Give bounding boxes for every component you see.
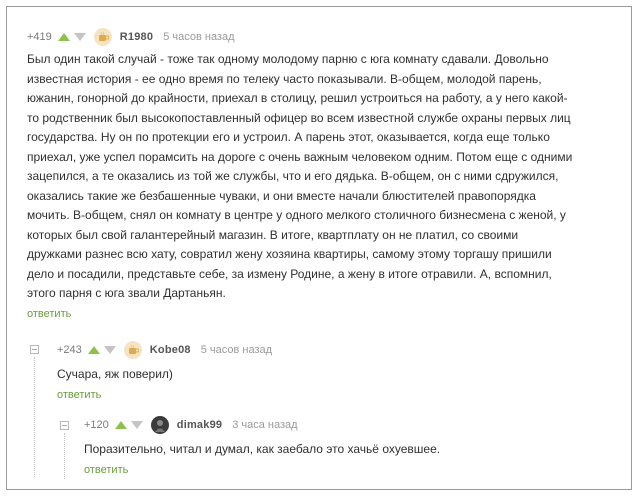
downvote-icon[interactable] bbox=[103, 346, 116, 354]
comment-meta: +419 R1980 5 часов назад bbox=[27, 28, 617, 46]
thread-line bbox=[64, 433, 65, 479]
cup-icon[interactable] bbox=[123, 341, 142, 359]
comment: +419 R1980 5 часов назад Был один такой … bbox=[27, 28, 617, 322]
comments-panel: +419 R1980 5 часов назад Был один такой … bbox=[6, 6, 632, 490]
comment-meta: +120 dimak99 3 часа назад bbox=[84, 416, 614, 434]
upvote-icon[interactable] bbox=[114, 421, 127, 429]
comment-author[interactable]: dimak99 bbox=[177, 419, 222, 431]
comment-time[interactable]: 5 часов назад bbox=[201, 344, 272, 356]
comment-text: Был один такой случай - тоже так одному … bbox=[27, 52, 573, 300]
collapse-thread-icon[interactable] bbox=[30, 345, 39, 354]
cup-icon[interactable] bbox=[93, 28, 112, 46]
comment-time[interactable]: 5 часов назад bbox=[163, 31, 234, 43]
reply-link[interactable]: ответить bbox=[27, 308, 71, 320]
comment: +120 dimak99 3 часа назад Поразительно, … bbox=[84, 416, 614, 478]
comment-rating: +243 bbox=[57, 344, 82, 356]
comment-time[interactable]: 3 часа назад bbox=[232, 419, 297, 431]
comment-text: Сучара, яж поверил) bbox=[57, 367, 173, 381]
thread-line bbox=[34, 357, 35, 477]
reply-link[interactable]: ответить bbox=[84, 464, 128, 476]
reply-link[interactable]: ответить bbox=[57, 389, 101, 401]
upvote-icon[interactable] bbox=[57, 33, 70, 41]
downvote-icon[interactable] bbox=[73, 33, 86, 41]
collapse-thread-icon[interactable] bbox=[60, 421, 69, 430]
downvote-icon[interactable] bbox=[130, 421, 143, 429]
upvote-icon[interactable] bbox=[87, 346, 100, 354]
user-photo-icon[interactable] bbox=[150, 416, 169, 434]
comment-rating: +419 bbox=[27, 31, 52, 43]
comment-meta: +243 Kobe08 5 часов назад bbox=[57, 341, 617, 359]
comment-author[interactable]: R1980 bbox=[120, 31, 153, 43]
comment-rating: +120 bbox=[84, 419, 109, 431]
comment-text: Поразительно, читал и думал, как заебало… bbox=[84, 442, 441, 456]
comment: +243 Kobe08 5 часов назад Сучара, яж пов… bbox=[57, 341, 617, 403]
comment-author[interactable]: Kobe08 bbox=[150, 344, 191, 356]
